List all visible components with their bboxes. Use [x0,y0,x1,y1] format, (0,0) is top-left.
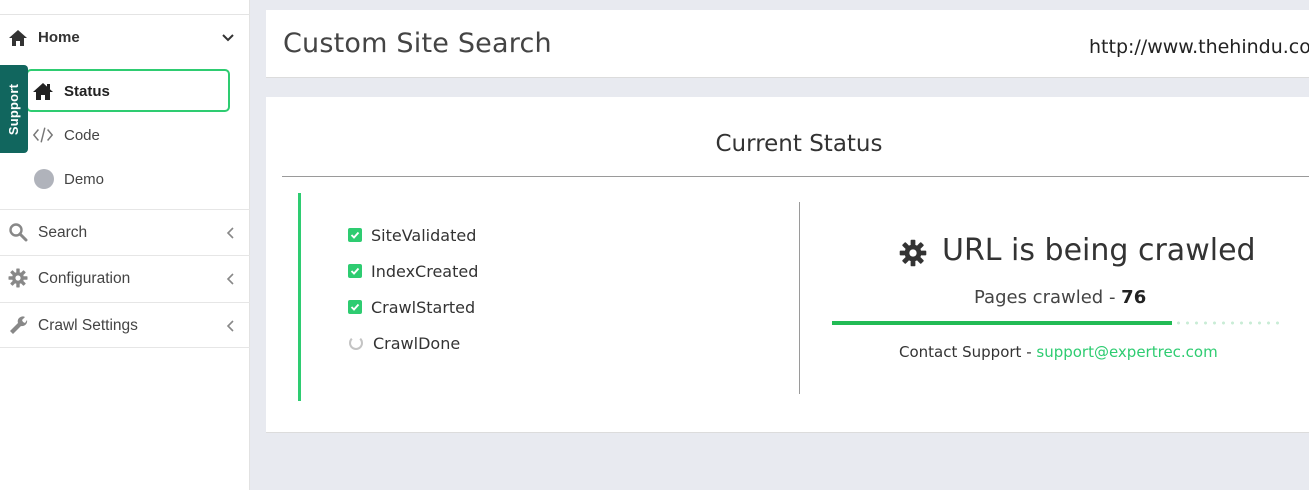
step-crawl-done: CrawlDone [348,331,648,355]
pages-crawled-label: Pages crawled - [974,287,1122,308]
wrench-icon [10,316,28,334]
step-label: CrawlStarted [371,298,476,317]
sidebar-item-configuration[interactable]: Configuration [0,255,250,301]
crawl-message: URL is being crawled [942,233,1256,268]
sidebar-item-demo[interactable]: Demo [26,158,230,200]
spinner-icon [349,336,363,350]
vertical-divider [799,202,800,394]
sidebar-item-label: Search [38,224,88,241]
sidebar: Home Status Code Demo Search Configurati… [0,0,250,490]
pages-crawled: Pages crawled - 76 [974,287,1146,308]
status-card: Current Status SiteValidated IndexCreate… [266,97,1309,433]
step-crawl-started: CrawlStarted [348,295,648,319]
chevron-down-icon[interactable] [220,30,236,46]
pages-crawled-count: 76 [1121,287,1147,308]
home-icon [33,83,53,100]
site-url: http://www.thehindu.co [1089,36,1309,58]
status-title: Current Status [715,131,883,157]
sidebar-item-label: Configuration [38,270,131,287]
gear-icon [899,239,927,267]
crawl-progress-bar [832,321,1280,325]
home-icon [9,30,27,46]
code-icon [32,127,54,143]
search-icon [9,223,28,242]
chevron-left-icon [226,273,234,285]
page-title: Custom Site Search [283,28,552,59]
sidebar-item-label: Demo [64,171,105,188]
sidebar-item-crawl-settings[interactable]: Crawl Settings [0,302,250,348]
sidebar-item-search[interactable]: Search [0,209,250,255]
sidebar-item-label: Status [64,83,110,100]
sidebar-item-label: Crawl Settings [38,317,138,334]
sidebar-divider [0,14,250,15]
sidebar-item-code[interactable]: Code [26,114,230,156]
accent-bar [298,193,301,401]
checkbox-checked-icon [348,228,362,242]
gear-icon [8,268,28,288]
sidebar-item-label: Code [64,127,100,144]
page-header: Custom Site Search http://www.thehindu.c… [266,10,1309,78]
support-email-link[interactable]: support@expertrec.com [1036,343,1217,361]
contact-support: Contact Support - support@expertrec.com [899,343,1218,361]
divider [282,176,1309,177]
chevron-left-icon [226,320,234,332]
step-index-created: IndexCreated [348,259,648,283]
step-site-validated: SiteValidated [348,223,648,247]
step-label: SiteValidated [371,226,477,245]
sidebar-item-home[interactable]: Home [0,16,250,58]
sidebar-item-label: Home [38,29,80,46]
step-label: CrawlDone [373,334,461,353]
circle-icon [34,169,54,189]
sidebar-item-status[interactable]: Status [26,69,230,112]
contact-label: Contact Support - [899,343,1037,361]
progress-fill [832,321,1173,325]
chevron-left-icon [226,227,234,239]
checkbox-checked-icon [348,300,362,314]
support-tab-label: Support [6,83,22,135]
checkbox-checked-icon [348,264,362,278]
step-label: IndexCreated [371,262,479,281]
support-tab[interactable]: Support [0,65,28,153]
